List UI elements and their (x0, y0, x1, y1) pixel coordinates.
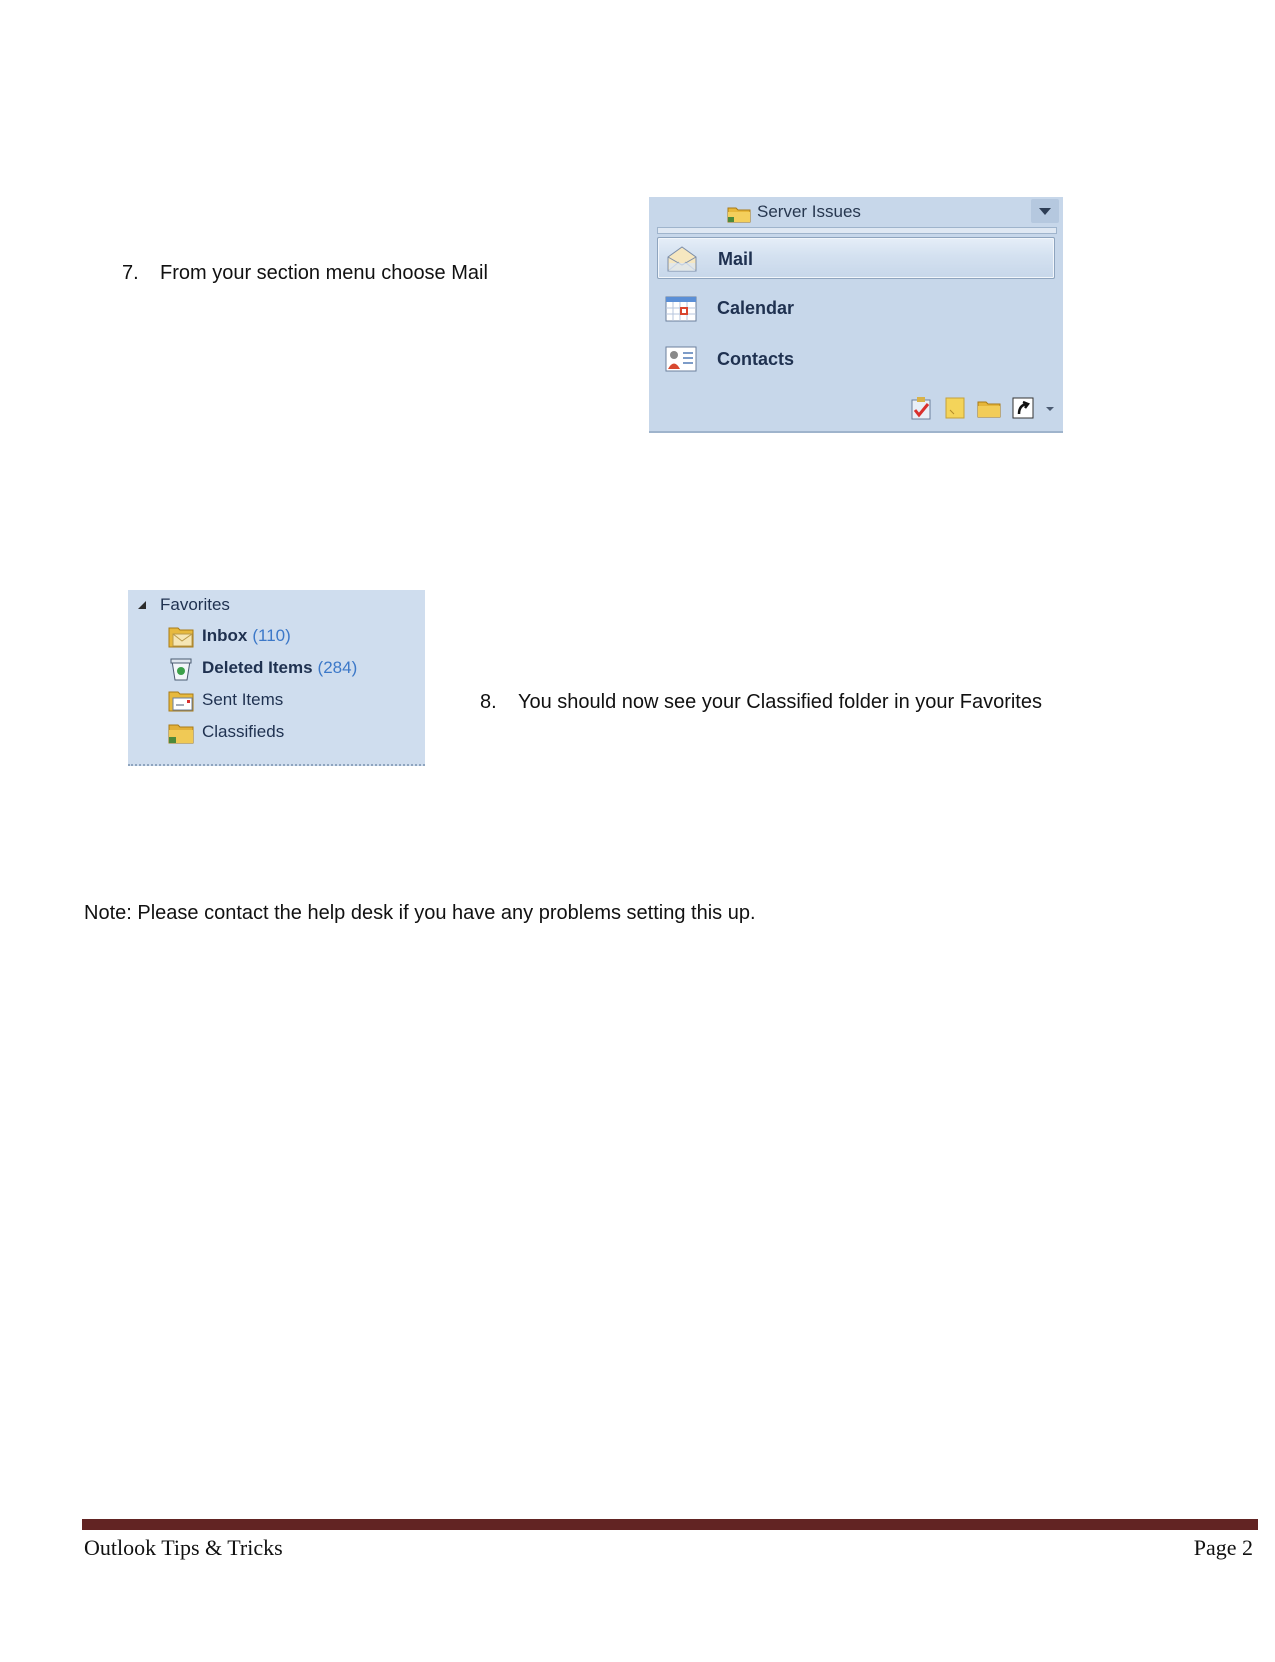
sent-items-folder-icon (168, 691, 194, 712)
dropdown-chevron-icon[interactable] (1031, 199, 1059, 223)
favorite-item-label: Sent Items (202, 690, 283, 710)
step-text: You should now see your Classified folde… (518, 691, 1042, 713)
navigation-pane-screenshot: Server Issues Mail Calendar Contacts (649, 197, 1063, 433)
step-text: From your section menu choose Mail (160, 262, 488, 284)
collapse-triangle-icon[interactable] (138, 601, 146, 609)
tasks-icon[interactable] (909, 396, 933, 420)
notes-icon[interactable] (943, 396, 967, 420)
step-8: 8. You should now see your Classified fol… (480, 691, 1042, 714)
nav-item-label: Mail (718, 249, 754, 269)
recycle-bin-icon (170, 658, 192, 681)
nav-item-calendar[interactable]: Calendar (657, 287, 1055, 329)
nav-item-mail[interactable]: Mail (657, 237, 1055, 279)
unread-count: (110) (252, 626, 291, 645)
unread-count: (284) (317, 658, 358, 677)
favorite-item-label: Classifieds (202, 722, 284, 742)
folder-icon (727, 207, 751, 223)
favorite-name: Sent Items (202, 690, 284, 709)
footer-document-title: Outlook Tips & Tricks (84, 1535, 283, 1560)
nav-pane-header: Server Issues (649, 197, 1063, 225)
favorites-label: Favorites (160, 595, 230, 614)
contacts-card-icon (665, 346, 697, 372)
current-folder-title: Server Issues (757, 202, 861, 221)
shared-folder-icon (168, 724, 194, 744)
nav-item-label: Contacts (717, 349, 795, 369)
favorites-pane-screenshot: Favorites Inbox (110) Deleted Items (284) … (128, 590, 425, 766)
shortcuts-icon[interactable] (1011, 396, 1035, 420)
step-7: 7. From your section menu choose Mail (122, 262, 488, 285)
favorite-name: Classifieds (202, 722, 285, 741)
configure-buttons-chevron-icon[interactable] (1045, 396, 1055, 420)
step-number: 8. (480, 691, 497, 713)
mail-envelope-icon (667, 246, 697, 272)
favorite-name: Deleted Items (202, 658, 313, 677)
footer-divider (82, 1519, 1258, 1530)
nav-item-contacts[interactable]: Contacts (657, 338, 1055, 380)
calendar-icon (665, 296, 697, 322)
folder-list-icon[interactable] (977, 396, 1001, 420)
footer-page-number: Page 2 (1193, 1535, 1253, 1560)
help-desk-note: Note: Please contact the help desk if yo… (84, 902, 756, 924)
inbox-folder-icon (168, 627, 194, 648)
nav-item-label: Calendar (717, 298, 795, 318)
favorite-item-label: Inbox (110) (202, 626, 291, 646)
nav-pane-toolbar (909, 395, 1055, 421)
pane-splitter[interactable] (657, 227, 1057, 234)
step-number: 7. (122, 262, 139, 284)
favorite-item-label: Deleted Items (284) (202, 658, 357, 678)
favorite-name: Inbox (202, 626, 248, 645)
